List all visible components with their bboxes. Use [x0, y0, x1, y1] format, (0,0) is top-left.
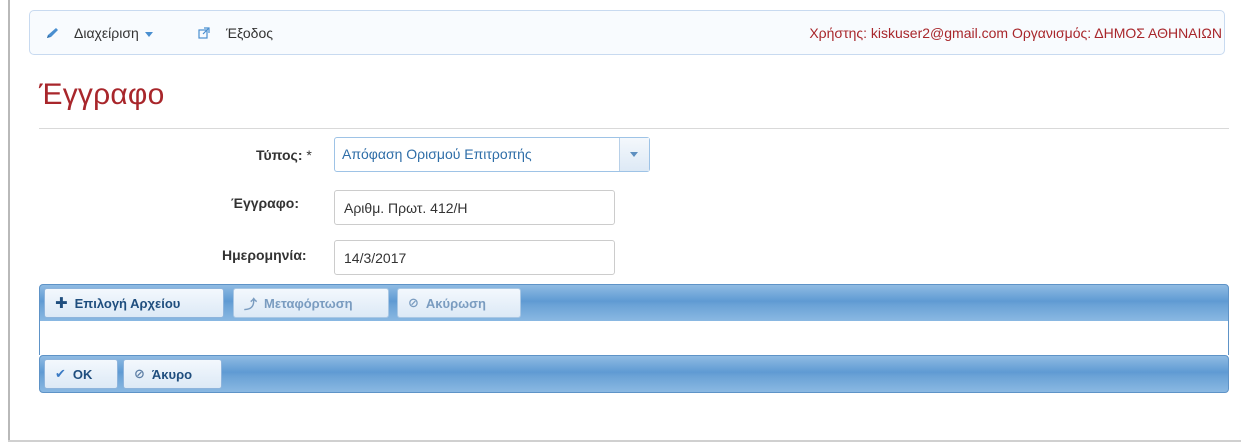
cancel-upload-button[interactable]: ⊘ Ακύρωση — [397, 288, 521, 318]
exit-link[interactable]: Έξοδος — [196, 25, 273, 41]
type-label-text: Τύπος: — [256, 147, 303, 163]
upload-button[interactable]: ⤴ Μεταφόρτωση — [233, 288, 389, 318]
cancel-label: Άκυρο — [151, 366, 193, 382]
title-divider — [39, 128, 1229, 129]
upload-label: Μεταφόρτωση — [264, 295, 353, 311]
document-label: Έγγραφο: — [231, 195, 300, 211]
cancel-circle-icon: ⊘ — [408, 295, 419, 310]
plus-icon: ✚ — [55, 295, 68, 312]
required-marker: * — [306, 147, 312, 163]
action-toolbar: ✔ OK ⊘ Άκυρο — [39, 355, 1229, 393]
cancel-circle-icon: ⊘ — [134, 366, 145, 381]
select-file-label: Επιλογή Αρχείου — [74, 295, 181, 311]
admin-menu-label: Διαχείριση — [74, 25, 139, 41]
document-field[interactable]: Αριθμ. Πρωτ. 412/Η — [334, 190, 615, 225]
chevron-down-icon — [144, 31, 153, 37]
upload-toolbar: ✚ Επιλογή Αρχείου ⤴ Μεταφόρτωση ⊘ Ακύρωσ… — [39, 284, 1229, 322]
ok-button[interactable]: ✔ OK — [44, 359, 118, 389]
date-field[interactable]: 14/3/2017 — [334, 240, 615, 275]
admin-menu[interactable]: Διαχείριση — [44, 25, 153, 41]
type-select-value: Απόφαση Ορισμού Επιτροπής — [342, 146, 532, 162]
cancel-button[interactable]: ⊘ Άκυρο — [123, 359, 222, 389]
exit-label: Έξοδος — [226, 25, 273, 41]
select-file-button[interactable]: ✚ Επιλογή Αρχείου — [44, 288, 224, 318]
type-label: Τύπος: * — [256, 147, 312, 163]
check-icon: ✔ — [55, 366, 66, 381]
file-list-area[interactable] — [39, 321, 1229, 355]
ok-label: OK — [72, 366, 93, 382]
cancel-upload-label: Ακύρωση — [425, 295, 486, 311]
left-border — [8, 0, 10, 442]
top-navbar: Διαχείριση Έξοδος Χρήστης: kiskuser2@gma… — [29, 10, 1225, 55]
type-select[interactable]: Απόφαση Ορισμού Επιτροπής — [334, 137, 650, 172]
upload-arrow-icon: ⤴ — [244, 296, 258, 312]
pencil-icon — [44, 25, 62, 41]
external-link-icon — [196, 25, 214, 41]
chevron-down-icon — [630, 152, 638, 157]
user-info: Χρήστης: kiskuser2@gmail.com Οργανισμός:… — [809, 25, 1222, 41]
page-title: Έγγραφο — [39, 78, 165, 111]
date-label: Ημερομηνία: — [222, 247, 307, 263]
type-select-toggle[interactable] — [619, 138, 649, 171]
